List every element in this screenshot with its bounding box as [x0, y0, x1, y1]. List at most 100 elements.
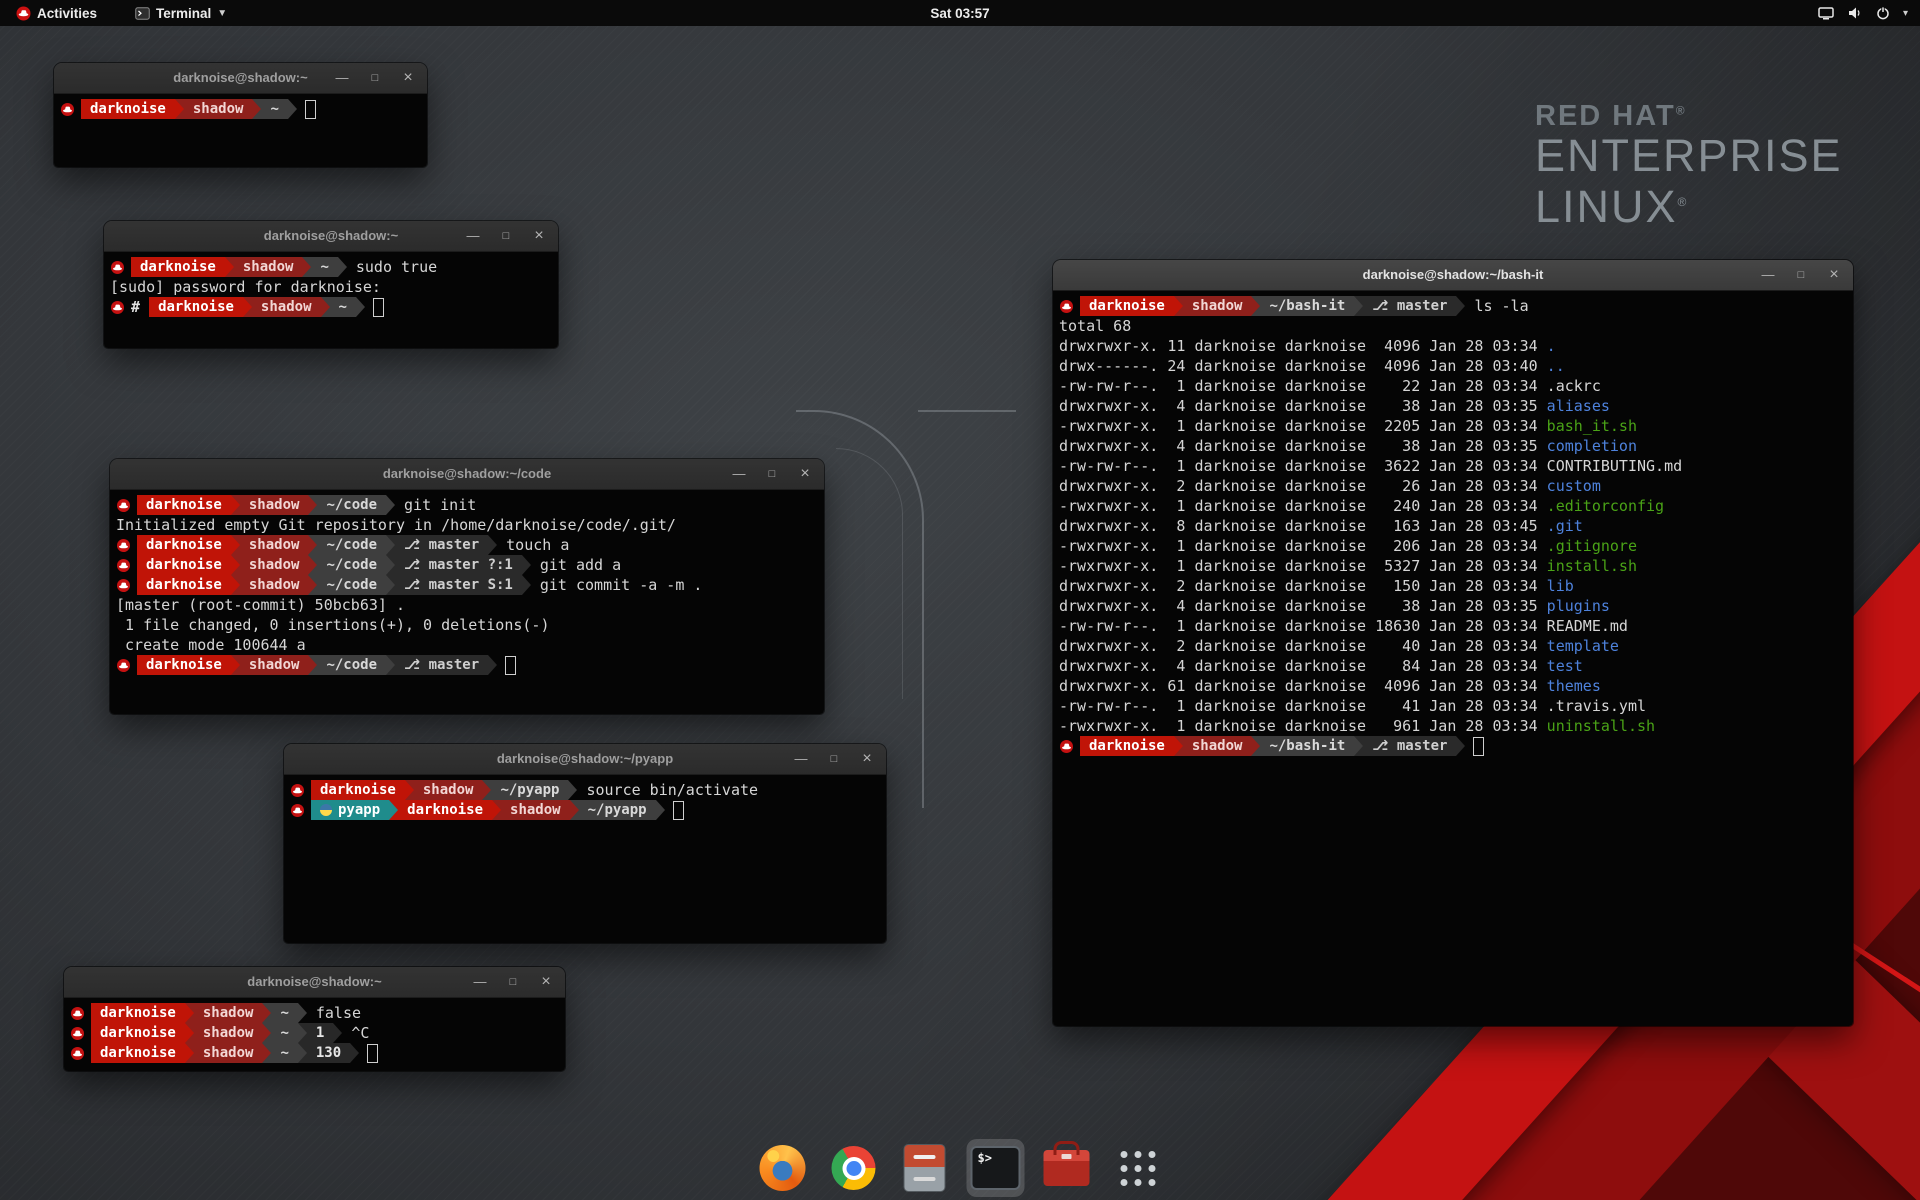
command-text: false	[307, 1004, 361, 1022]
output-line: drwxrwxr-x. 2 darknoise darknoise 40 Jan…	[1059, 636, 1853, 656]
redhat-prompt-icon	[1059, 739, 1074, 754]
registered-mark: ®	[1678, 195, 1689, 209]
firefox-icon	[760, 1145, 806, 1191]
output-line: drwxrwxr-x. 2 darknoise darknoise 26 Jan…	[1059, 476, 1853, 496]
terminal-content[interactable]: darknoiseshadow~sudo true[sudo] password…	[104, 252, 558, 348]
terminal-content[interactable]: darknoiseshadow~/bash-it⎇ masterls -lato…	[1053, 291, 1853, 1026]
terminal-content[interactable]: darknoiseshadow~/codegit initInitialized…	[110, 490, 824, 714]
dock-firefox-button[interactable]	[756, 1141, 810, 1195]
window-titlebar[interactable]: darknoise@shadow:~/code — □ ×	[110, 459, 824, 490]
prompt-line: darknoiseshadow~/codegit init	[116, 495, 824, 515]
output-text: create mode 100644 a	[116, 636, 306, 654]
output-text: drwxrwxr-x. 11 darknoise darknoise 4096 …	[1059, 337, 1547, 355]
dock-toolbox-button[interactable]	[1040, 1141, 1094, 1195]
minimize-button[interactable]: —	[792, 744, 810, 774]
terminal-window-home-a: darknoise@shadow:~ — □ × darknoiseshadow…	[54, 63, 427, 167]
powerline-arrow-icon	[386, 535, 395, 555]
output-text: -rwxrwxr-x. 1 darknoise darknoise 961 Ja…	[1059, 717, 1547, 735]
powerline-arrow-icon	[522, 575, 531, 595]
file-name: .gitignore	[1547, 537, 1637, 555]
rhel-logo-brand: RED HAT®	[1535, 100, 1843, 133]
window-titlebar[interactable]: darknoise@shadow:~/bash-it — □ ×	[1053, 260, 1853, 291]
powerline-arrow-icon	[308, 575, 317, 595]
file-name: .git	[1547, 517, 1583, 535]
close-button[interactable]: ×	[537, 967, 555, 997]
close-button[interactable]: ×	[858, 744, 876, 774]
powerline-arrow-icon	[1354, 736, 1363, 756]
rhel-logo-linux: LINUX®	[1535, 179, 1843, 230]
minimize-button[interactable]: —	[471, 967, 489, 997]
powerline-arrow-icon	[225, 257, 234, 277]
maximize-button[interactable]: □	[763, 459, 781, 489]
terminal-content[interactable]: darknoiseshadow~	[54, 94, 427, 167]
dock-apps-grid-button[interactable]	[1111, 1141, 1165, 1195]
powerline-segment-user: darknoise	[137, 535, 231, 555]
output-text: [master (root-commit) 50bcb63] .	[116, 596, 405, 614]
terminal-content[interactable]: darknoiseshadow~falsedarknoiseshadow~1^C…	[64, 998, 565, 1071]
minimize-button[interactable]: —	[333, 63, 351, 93]
powerline-segment-host: shadow	[194, 1003, 263, 1023]
dock-files-button[interactable]	[898, 1141, 952, 1195]
powerline-segment-exit: 130	[307, 1043, 350, 1063]
powerline-arrow-icon	[482, 780, 491, 800]
close-button[interactable]: ×	[796, 459, 814, 489]
top-bar: Activities Terminal ▼ Sat 03:57 ▾	[0, 0, 1920, 26]
powerline-arrow-icon	[333, 1023, 342, 1043]
minimize-button[interactable]: —	[464, 221, 482, 251]
maximize-button[interactable]: □	[366, 63, 384, 93]
powerline-arrow-icon	[338, 257, 347, 277]
powerline-arrow-icon	[386, 495, 395, 515]
app-menu-terminal[interactable]: Terminal ▼	[129, 0, 233, 26]
powerline-arrow-icon	[308, 495, 317, 515]
powerline-segment-git: ⎇ master	[1363, 736, 1456, 756]
prompt-line: darknoiseshadow~sudo true	[110, 257, 558, 277]
minimize-button[interactable]: —	[730, 459, 748, 489]
power-icon	[1876, 6, 1890, 20]
output-line: drwxrwxr-x. 4 darknoise darknoise 84 Jan…	[1059, 656, 1853, 676]
command-text: sudo true	[347, 258, 437, 276]
prompt-line: darknoiseshadow~130	[70, 1043, 565, 1063]
close-button[interactable]: ×	[530, 221, 548, 251]
powerline-arrow-icon	[568, 780, 577, 800]
powerline-segment-host: shadow	[1183, 736, 1252, 756]
clock[interactable]: Sat 03:57	[0, 6, 1920, 21]
window-titlebar[interactable]: darknoise@shadow:~/pyapp — □ ×	[284, 744, 886, 775]
terminal-content[interactable]: darknoiseshadow~/pyappsource bin/activat…	[284, 775, 886, 943]
close-button[interactable]: ×	[399, 63, 417, 93]
powerline-segment-user: darknoise	[91, 1043, 185, 1063]
redhat-prompt-icon	[116, 578, 131, 593]
maximize-button[interactable]: □	[497, 221, 515, 251]
redhat-prompt-icon	[1059, 299, 1074, 314]
maximize-button[interactable]: □	[504, 967, 522, 997]
window-title: darknoise@shadow:~/code	[110, 459, 824, 489]
window-titlebar[interactable]: darknoise@shadow:~ — □ ×	[54, 63, 427, 94]
powerline-segment-path: ~/code	[317, 655, 386, 675]
close-button[interactable]: ×	[1825, 260, 1843, 290]
powerline-arrow-icon	[488, 535, 497, 555]
dock-terminal-button[interactable]: $>	[969, 1141, 1023, 1195]
chevron-down-icon: ▼	[217, 8, 227, 19]
powerline-arrow-icon	[175, 99, 184, 119]
terminal-window-code: darknoise@shadow:~/code — □ × darknoises…	[110, 459, 824, 714]
activities-button[interactable]: Activities	[10, 0, 103, 26]
dock-chrome-button[interactable]	[827, 1141, 881, 1195]
output-text: -rwxrwxr-x. 1 darknoise darknoise 206 Ja…	[1059, 537, 1547, 555]
window-titlebar[interactable]: darknoise@shadow:~ — □ ×	[64, 967, 565, 998]
powerline-arrow-icon	[185, 1043, 194, 1063]
maximize-button[interactable]: □	[1792, 260, 1810, 290]
redhat-prompt-icon	[70, 1026, 85, 1041]
powerline-segment-host: shadow	[184, 99, 253, 119]
output-line: -rwxrwxr-x. 1 darknoise darknoise 2205 J…	[1059, 416, 1853, 436]
powerline-segment-user: darknoise	[91, 1003, 185, 1023]
maximize-button[interactable]: □	[825, 744, 843, 774]
terminal-cursor	[505, 656, 516, 675]
status-area[interactable]: ▾	[1818, 6, 1920, 20]
file-name: aliases	[1547, 397, 1610, 415]
output-line: -rwxrwxr-x. 1 darknoise darknoise 240 Ja…	[1059, 496, 1853, 516]
command-text: git add a	[531, 556, 621, 574]
powerline-segment-user: darknoise	[1080, 736, 1174, 756]
window-titlebar[interactable]: darknoise@shadow:~ — □ ×	[104, 221, 558, 252]
output-line: drwxrwxr-x. 4 darknoise darknoise 38 Jan…	[1059, 396, 1853, 416]
minimize-button[interactable]: —	[1759, 260, 1777, 290]
powerline-segment-host: shadow	[194, 1043, 263, 1063]
